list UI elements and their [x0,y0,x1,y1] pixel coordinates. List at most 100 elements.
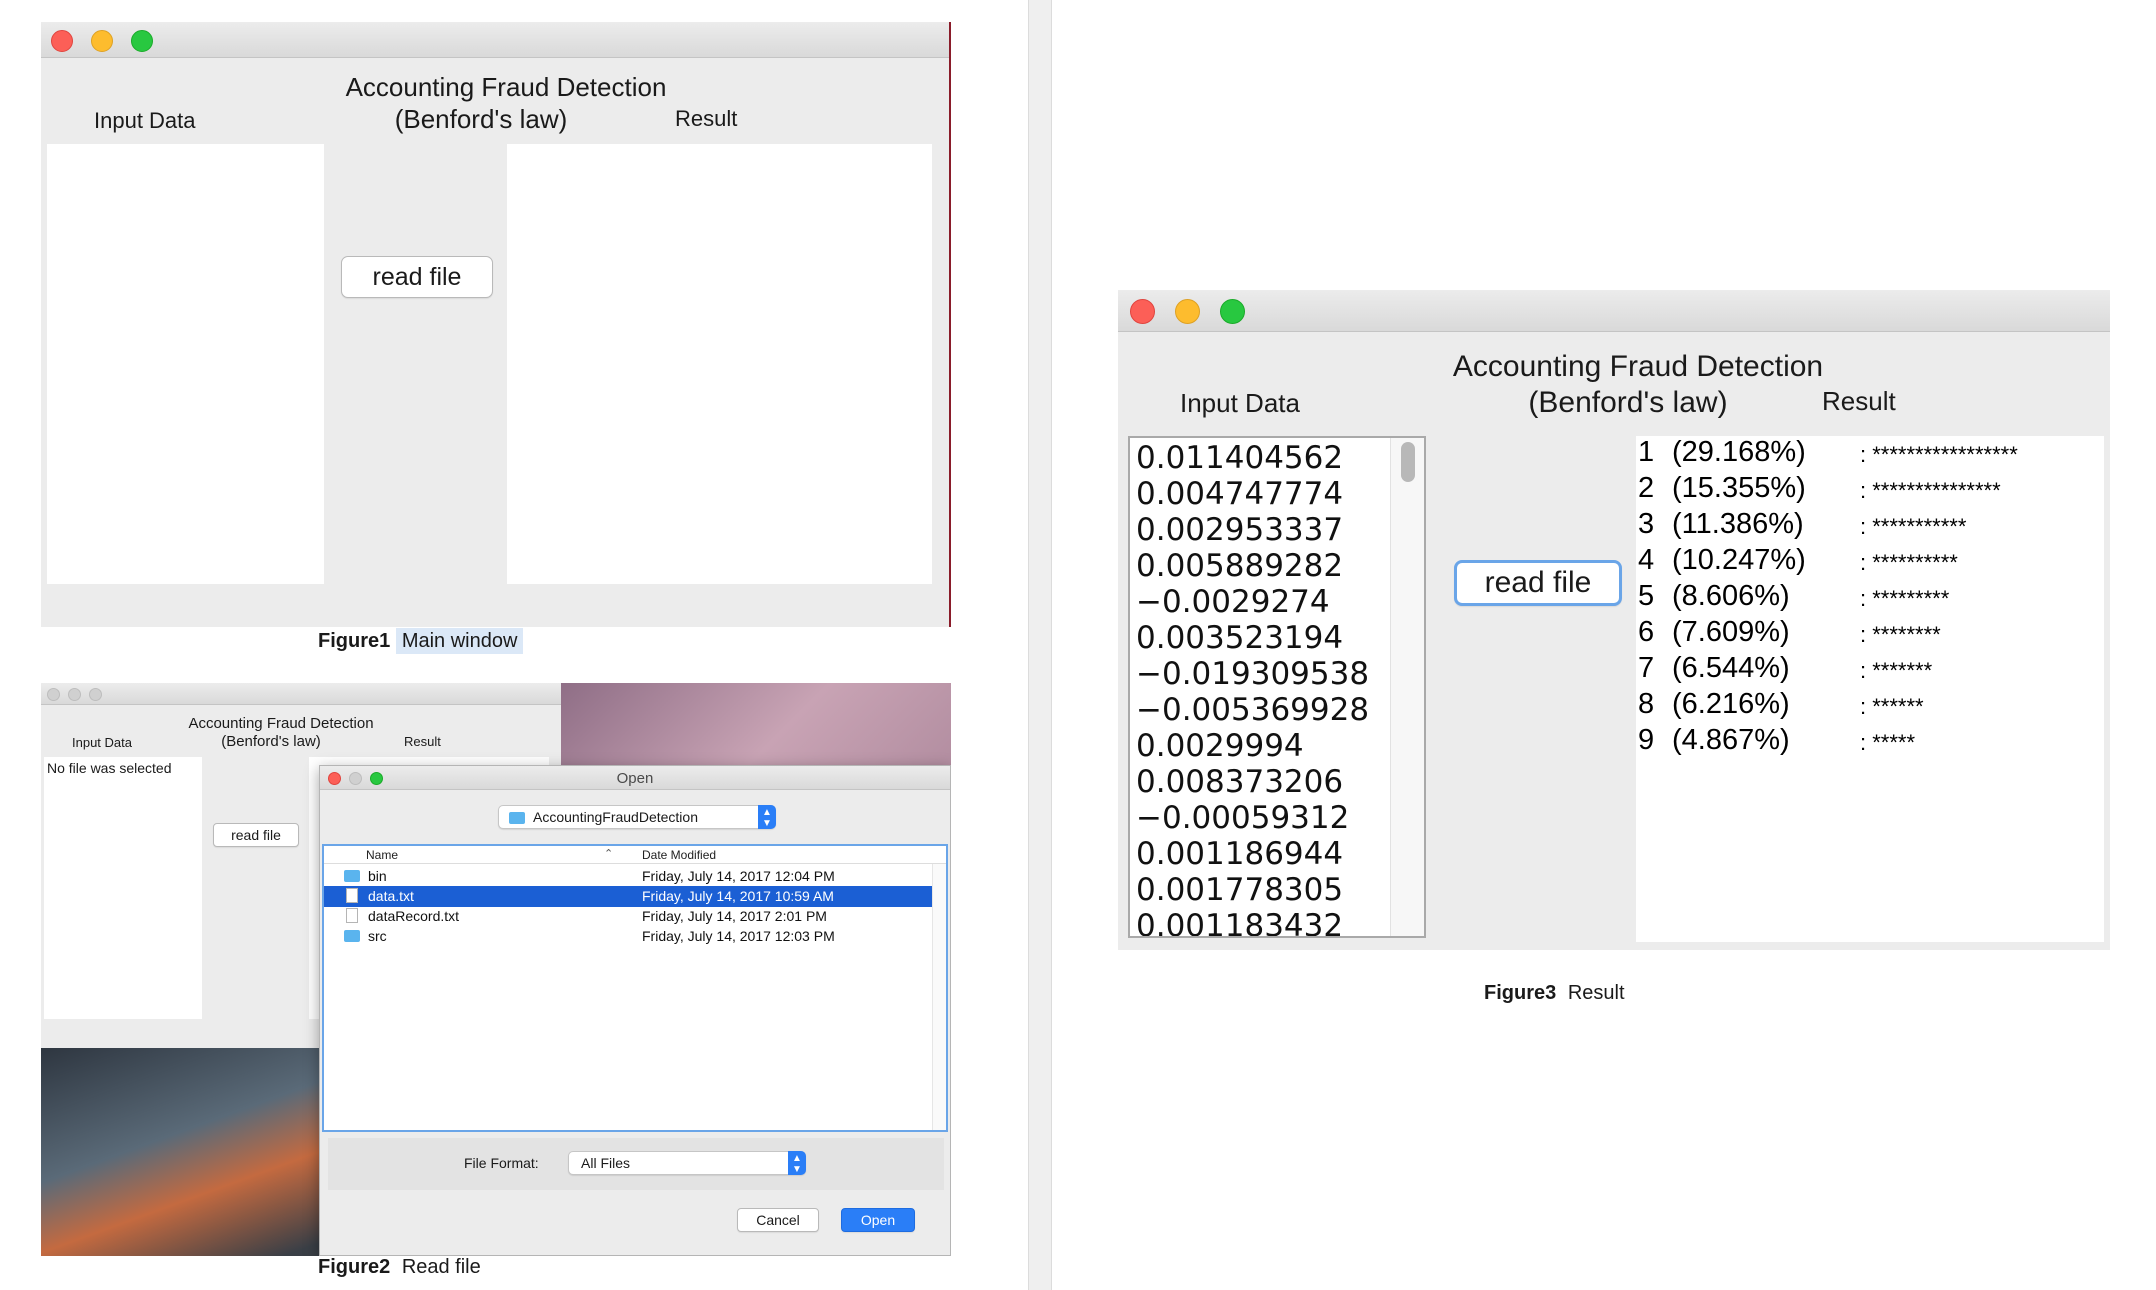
input-data-label: Input Data [1180,388,1300,418]
figure3-titlebar [1118,290,2110,332]
document-icon [346,888,358,903]
open-dialog: Open AccountingFraudDetection ▲ ▼ Name ⌃ … [319,765,951,1256]
read-file-button[interactable]: read file [1454,560,1622,606]
file-date: Friday, July 14, 2017 12:03 PM [642,928,835,944]
scrollbar-thumb[interactable] [1401,442,1415,482]
file-date: Friday, July 14, 2017 12:04 PM [642,868,835,884]
file-format-label: File Format: [464,1155,539,1171]
document-icon [346,908,358,923]
result-row: 7 (6.544%) : ******* [1638,652,2104,688]
chevron-updown-icon: ▲ ▼ [758,805,776,829]
figure1-window: Accounting Fraud Detection (Benford's la… [41,22,951,627]
app-title: Accounting Fraud Detection [345,72,667,102]
figure2-caption-text: Read file [401,1256,481,1278]
result-bar: : ******* [1860,658,1933,683]
result-percent: (29.168%) [1672,436,1806,468]
figure1-caption-label: Figure1 [318,630,391,652]
folder-icon [344,930,360,942]
app-title: Accounting Fraud Detection [1452,350,1824,383]
figure3-window: Accounting Fraud Detection (Benford's la… [1118,290,2110,950]
result-bar: : ********** [1860,550,1958,575]
result-label: Result [675,106,738,131]
input-value: 0.001186944 [1136,836,1344,872]
close-icon[interactable] [51,30,73,52]
date-column-header[interactable]: Date Modified [642,848,716,862]
cancel-button[interactable]: Cancel [737,1208,819,1232]
file-name: data.txt [368,888,414,904]
input-data-scrollbar[interactable] [1390,438,1424,936]
figure2-caption: Figure2 Read file [318,1256,481,1279]
input-value: −0.00059312 [1136,800,1350,836]
file-row-data-txt[interactable]: data.txt Friday, July 14, 2017 10:59 AM [324,886,932,907]
result-row: 9 (4.867%) : ***** [1638,724,2104,760]
minimize-icon[interactable] [1175,299,1200,324]
input-value: 0.008373206 [1136,764,1344,800]
read-file-button[interactable]: read file [213,823,299,847]
result-area[interactable]: 1 (29.168%) : ***************** 2 (15.35… [1636,436,2104,942]
result-bar: : ***************** [1860,442,2018,467]
folder-icon [344,870,360,882]
input-data-area[interactable] [47,144,324,584]
input-value: 0.011404562 [1136,440,1344,476]
file-name: src [368,928,387,944]
result-digit: 2 [1638,472,1655,504]
result-percent: (15.355%) [1672,472,1806,504]
open-button[interactable]: Open [841,1208,915,1232]
figure3-caption-label: Figure3 [1484,982,1557,1004]
figure2-app-titlebar [41,683,561,705]
file-row-datarecord-txt[interactable]: dataRecord.txt Friday, July 14, 2017 2:0… [324,906,946,927]
read-file-button[interactable]: read file [341,256,493,298]
result-percent: (8.606%) [1672,580,1790,612]
file-date: Friday, July 14, 2017 10:59 AM [642,888,834,904]
open-dialog-titlebar: Open [320,766,950,790]
result-digit: 8 [1638,688,1655,720]
result-digit: 6 [1638,616,1655,648]
result-digit: 4 [1638,544,1655,576]
result-bar: : ****** [1860,694,1924,719]
result-percent: (11.386%) [1672,508,1804,540]
close-icon[interactable] [47,688,60,701]
file-row-src[interactable]: src Friday, July 14, 2017 12:03 PM [324,926,946,947]
input-data-label: Input Data [72,735,132,750]
result-bar: : ***** [1860,730,1916,755]
input-value: 0.005889282 [1136,548,1344,584]
result-row: 5 (8.606%) : ********* [1638,580,2104,616]
result-bar: : ******** [1860,622,1941,647]
file-row-bin[interactable]: bin Friday, July 14, 2017 12:04 PM [324,866,946,887]
file-browser[interactable]: Name ⌃ Date Modified bin Friday, July 14… [322,844,948,1132]
folder-popup[interactable]: AccountingFraudDetection ▲ ▼ [498,805,776,829]
input-value: −0.019309538 [1136,656,1370,692]
input-data-list[interactable]: 0.011404562 0.004747774 0.002953337 0.00… [1128,436,1426,938]
app-subtitle: (Benford's law) [221,733,321,750]
input-data-area[interactable]: No file was selected [44,757,202,1019]
input-value: 0.0029994 [1136,728,1304,764]
input-value: 0.003523194 [1136,620,1344,656]
input-status-text: No file was selected [47,760,172,776]
zoom-icon[interactable] [1220,299,1245,324]
result-digit: 3 [1638,508,1655,540]
result-area[interactable] [507,144,932,584]
file-name: bin [368,868,387,884]
open-dialog-title: Open [616,770,654,787]
name-column-header[interactable]: Name [366,848,398,862]
zoom-icon[interactable] [131,30,153,52]
file-date: Friday, July 14, 2017 2:01 PM [642,908,827,924]
input-value: −0.0029274 [1136,584,1330,620]
input-data-label: Input Data [94,108,196,133]
file-format-bar: File Format: All Files ▲ ▼ [328,1138,944,1190]
file-format-popup[interactable]: All Files ▲ ▼ [568,1151,806,1175]
result-label: Result [1822,386,1896,416]
figure3-caption: Figure3 Result [1484,982,1625,1005]
app-title: Accounting Fraud Detection [188,715,374,732]
result-percent: (4.867%) [1672,724,1790,756]
minimize-icon[interactable] [91,30,113,52]
result-row: 6 (7.609%) : ******** [1638,616,2104,652]
minimize-icon[interactable] [68,688,81,701]
file-browser-scrollbar[interactable] [932,864,946,1130]
app-subtitle: (Benford's law) [394,104,568,134]
result-digit: 5 [1638,580,1655,612]
zoom-icon[interactable] [89,688,102,701]
input-value: −0.005369928 [1136,692,1370,728]
close-icon[interactable] [1130,299,1155,324]
folder-popup-label: AccountingFraudDetection [533,809,698,825]
